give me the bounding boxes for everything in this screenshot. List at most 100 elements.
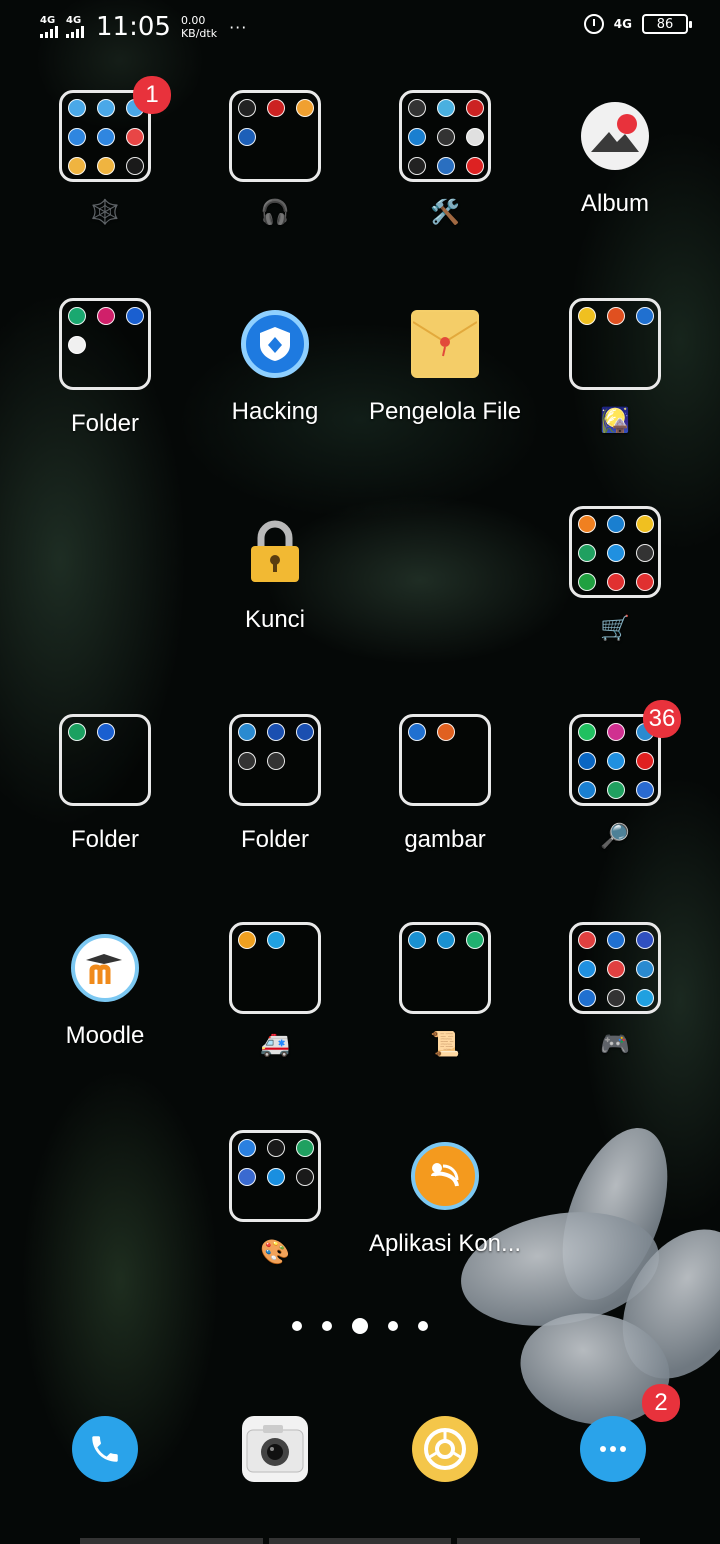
folder-games[interactable]: 🎮 xyxy=(530,922,700,1059)
folder-generic-3[interactable]: Folder xyxy=(190,714,360,854)
dock: 2 xyxy=(0,1384,720,1486)
item-label: Aplikasi Kon... xyxy=(368,1230,522,1257)
mini-app-icon xyxy=(578,544,596,562)
folder-docs[interactable]: 📜 xyxy=(360,922,530,1059)
item-label: 📜 xyxy=(430,1031,460,1058)
mini-app-icon xyxy=(636,960,654,978)
mini-app-icon xyxy=(578,573,596,591)
page-indicator[interactable] xyxy=(0,1318,720,1334)
item-label: 🛠️ xyxy=(430,199,460,226)
item-label: 🔎 xyxy=(600,823,630,850)
folder-gambar[interactable]: gambar xyxy=(360,714,530,854)
folder-preview xyxy=(569,298,661,390)
folder-preview xyxy=(229,1130,321,1222)
sim2-signal: 4G xyxy=(66,16,84,38)
mini-app-icon xyxy=(68,723,86,741)
item-label: 🕸️ xyxy=(90,199,120,226)
folder-night[interactable]: 🎑 xyxy=(530,298,700,435)
mini-app-icon xyxy=(607,515,625,533)
moodle-app[interactable]: Moodle xyxy=(20,922,190,1050)
mini-app-icon xyxy=(267,99,285,117)
file-manager-app[interactable]: Pengelola File xyxy=(360,298,530,426)
mini-app-icon xyxy=(578,781,596,799)
mini-app-icon xyxy=(267,1139,285,1157)
messages-badge: 2 xyxy=(642,1384,680,1422)
mini-app-icon xyxy=(578,515,596,533)
mini-app-icon xyxy=(466,931,484,949)
folder-tools[interactable]: 🛠️ xyxy=(360,90,530,227)
hacking-app[interactable]: Hacking xyxy=(190,298,360,426)
mini-app-icon xyxy=(408,723,426,741)
item-label: Folder xyxy=(240,826,310,853)
browser-icon[interactable] xyxy=(412,1416,478,1482)
lock-app[interactable]: Kunci xyxy=(190,506,360,634)
folder-preview xyxy=(229,714,321,806)
camera-icon[interactable] xyxy=(242,1416,308,1482)
mini-app-icon xyxy=(238,99,256,117)
battery-indicator: 86 xyxy=(642,14,692,34)
mini-app-icon xyxy=(296,99,314,117)
mini-app-icon xyxy=(267,931,285,949)
folder-preview xyxy=(59,298,151,390)
mini-app-icon xyxy=(607,931,625,949)
mini-app-icon xyxy=(636,781,654,799)
page-dot[interactable] xyxy=(388,1321,398,1331)
messages-icon[interactable] xyxy=(580,1416,646,1482)
moodle-icon xyxy=(71,934,139,1002)
mini-app-icon xyxy=(97,99,115,117)
page-dot[interactable] xyxy=(292,1321,302,1331)
page-dot[interactable] xyxy=(418,1321,428,1331)
hacking-icon xyxy=(241,310,309,378)
folder-art[interactable]: 🎨 xyxy=(190,1130,360,1267)
item-label: Moodle xyxy=(65,1022,145,1049)
folder-music[interactable]: 🎧 xyxy=(190,90,360,227)
file-manager-icon xyxy=(411,310,479,378)
mini-app-icon xyxy=(126,128,144,146)
item-label: gambar xyxy=(404,826,486,853)
mini-app-icon xyxy=(578,307,596,325)
album-app[interactable]: Album xyxy=(530,90,700,218)
item-label: 🎨 xyxy=(260,1239,290,1266)
mini-app-icon xyxy=(238,931,256,949)
mini-app-icon xyxy=(636,989,654,1007)
item-label: 🎮 xyxy=(600,1031,630,1058)
lock-icon xyxy=(241,518,309,586)
connect-app-icon xyxy=(411,1142,479,1210)
mini-app-icon xyxy=(607,307,625,325)
mini-app-icon xyxy=(437,128,455,146)
mini-app-icon xyxy=(238,1168,256,1186)
mini-app-icon xyxy=(68,336,86,354)
mini-app-icon xyxy=(97,307,115,325)
item-label: 🎑 xyxy=(600,407,630,434)
mini-app-icon xyxy=(238,128,256,146)
connect-app-app[interactable]: Aplikasi Kon... xyxy=(360,1130,530,1258)
mini-app-icon xyxy=(466,99,484,117)
folder-generic[interactable]: Folder xyxy=(20,298,190,438)
mini-app-icon xyxy=(578,931,596,949)
item-label: 🚑 xyxy=(260,1031,290,1058)
mini-app-icon xyxy=(607,960,625,978)
folder-health[interactable]: 🚑 xyxy=(190,922,360,1059)
mini-app-icon xyxy=(607,752,625,770)
album-icon xyxy=(581,102,649,170)
mini-app-icon xyxy=(68,128,86,146)
folder-web[interactable]: 🕸️ 1 xyxy=(20,76,190,227)
page-dot[interactable] xyxy=(322,1321,332,1331)
folder-generic-2[interactable]: Folder xyxy=(20,714,190,854)
sim1-signal: 4G xyxy=(40,16,58,38)
mini-app-icon xyxy=(578,989,596,1007)
mini-app-icon xyxy=(238,1139,256,1157)
folder-search[interactable]: 🔎 36 xyxy=(530,700,700,851)
item-label: Kunci xyxy=(244,606,306,633)
folder-preview xyxy=(399,714,491,806)
mini-app-icon xyxy=(296,1139,314,1157)
page-dot[interactable] xyxy=(352,1318,368,1334)
mini-app-icon xyxy=(466,157,484,175)
navigation-bar[interactable] xyxy=(80,1538,641,1544)
mini-app-icon xyxy=(607,544,625,562)
mini-app-icon xyxy=(97,128,115,146)
mini-app-icon xyxy=(607,573,625,591)
phone-icon[interactable] xyxy=(72,1416,138,1482)
network-speed: 0.00 KB/dtk xyxy=(180,14,218,40)
folder-shopping[interactable]: 🛒 xyxy=(530,506,700,643)
